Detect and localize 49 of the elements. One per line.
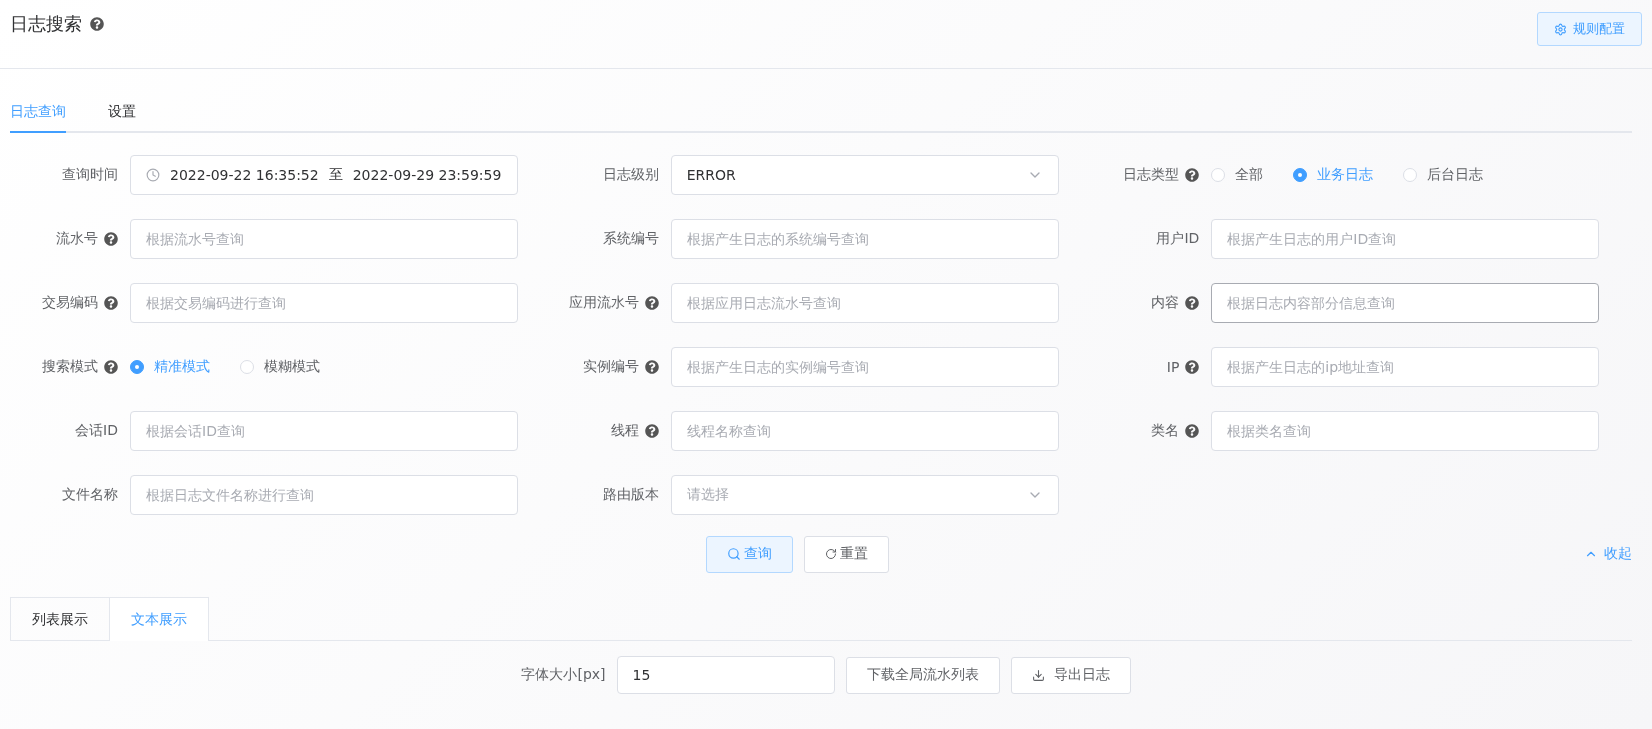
radio-option[interactable]: 模糊模式 bbox=[240, 358, 320, 376]
help-icon bbox=[104, 232, 118, 246]
help-icon bbox=[1185, 360, 1200, 374]
help-icon bbox=[644, 360, 659, 374]
field-label: 路由版本 bbox=[602, 486, 659, 504]
field-label: 日志类型 bbox=[1123, 166, 1180, 184]
download-icon bbox=[1031, 668, 1045, 682]
clock-icon bbox=[146, 168, 160, 182]
radio-option[interactable]: 后台日志 bbox=[1403, 166, 1484, 184]
help-icon bbox=[644, 424, 659, 438]
refresh-icon bbox=[824, 548, 837, 560]
page-title: 日志搜索 bbox=[10, 12, 82, 36]
field-label: 系统编号 bbox=[602, 230, 659, 248]
help-icon bbox=[1185, 168, 1200, 182]
help-icon bbox=[1185, 424, 1200, 438]
radio-option[interactable]: 全部 bbox=[1211, 166, 1264, 184]
start-date: 2022-09-22 16:35:52 bbox=[170, 167, 319, 183]
end-date: 2022-09-29 23:59:59 bbox=[352, 167, 502, 183]
field-label: 流水号 bbox=[56, 230, 98, 248]
settings-icon bbox=[1554, 22, 1567, 36]
field-label: 搜索模式 bbox=[42, 358, 98, 376]
export-log-button[interactable]: 导出日志 bbox=[1010, 656, 1131, 694]
field-label: 线程 bbox=[610, 422, 639, 440]
field-label: 实例编号 bbox=[582, 358, 639, 376]
reset-button[interactable]: 重置 bbox=[803, 535, 889, 573]
tab[interactable]: 设置 bbox=[108, 99, 136, 133]
help-icon bbox=[90, 17, 104, 31]
field-label: 会话ID bbox=[75, 422, 118, 440]
field-label: 文件名称 bbox=[62, 486, 118, 504]
field-label: 查询时间 bbox=[62, 166, 118, 184]
input-field[interactable]: 根据日志内容部分信息查询 bbox=[1211, 283, 1600, 323]
font-size-field[interactable]: 15 bbox=[616, 656, 835, 694]
help-icon bbox=[104, 296, 118, 310]
field-label: 应用流水号 bbox=[568, 294, 639, 312]
font-size-label: 字体大小[px] bbox=[521, 666, 606, 684]
field-label: IP bbox=[1166, 359, 1180, 375]
select-field[interactable]: ERROR bbox=[670, 155, 1059, 195]
range-separator: 至 bbox=[328, 166, 343, 184]
search-icon bbox=[726, 547, 741, 561]
field-label: 日志级别 bbox=[602, 166, 659, 184]
download-list-button[interactable]: 下载全局流水列表 bbox=[845, 656, 1000, 694]
field-label: 内容 bbox=[1151, 294, 1180, 312]
field-label: 类名 bbox=[1151, 422, 1180, 440]
help-icon bbox=[1185, 296, 1200, 310]
date-range-field[interactable]: 2022-09-22 16:35:52 至 2022-09-29 23:59:59 bbox=[130, 155, 518, 195]
help-icon bbox=[644, 296, 659, 310]
help-icon bbox=[104, 360, 118, 374]
field-label: 用户ID bbox=[1156, 230, 1200, 248]
field-label: 交易编码 bbox=[42, 294, 98, 312]
